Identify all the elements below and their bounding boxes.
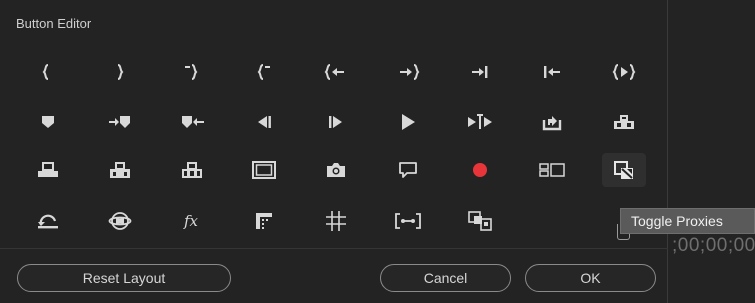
loop-icon[interactable] (26, 204, 70, 238)
step-back-icon[interactable] (242, 105, 286, 139)
record-icon[interactable] (458, 153, 502, 187)
grid-icon[interactable] (314, 204, 358, 238)
fx-icon[interactable]: fx (170, 204, 214, 238)
camera-icon[interactable] (314, 153, 358, 187)
go-to-next-marker-icon[interactable] (98, 105, 142, 139)
mark-clip-out-icon[interactable] (243, 55, 287, 89)
step-forward-icon[interactable] (314, 105, 358, 139)
lift-icon[interactable] (602, 105, 646, 139)
trim-icon[interactable] (386, 204, 430, 238)
mark-clip-in-icon[interactable] (168, 55, 212, 89)
mark-out-icon[interactable] (96, 55, 140, 89)
go-to-next-edit-icon[interactable] (458, 55, 502, 89)
play-in-to-out-icon[interactable] (602, 55, 646, 89)
timecode-display: ;00;00;00 (672, 235, 755, 256)
mark-in-icon[interactable] (26, 55, 70, 89)
insert-icon[interactable] (26, 153, 70, 187)
export-frame-icon[interactable] (530, 105, 574, 139)
reset-layout-button[interactable]: Reset Layout (17, 264, 231, 292)
dialog-title: Button Editor (16, 16, 92, 31)
comment-icon[interactable] (386, 153, 430, 187)
go-to-in-icon[interactable] (314, 55, 358, 89)
ok-button[interactable]: OK (525, 264, 656, 292)
svg-text:fx: fx (183, 212, 199, 230)
cancel-button[interactable]: Cancel (380, 264, 511, 292)
extract-icon[interactable] (170, 153, 214, 187)
add-marker-icon[interactable] (26, 105, 70, 139)
go-to-previous-edit-icon[interactable] (530, 55, 574, 89)
multi-camera-record-icon[interactable] (458, 204, 502, 238)
go-to-previous-marker-icon[interactable] (171, 105, 215, 139)
footer-divider (0, 248, 668, 249)
go-to-out-icon[interactable] (386, 55, 430, 89)
vr-video-icon[interactable] (98, 204, 142, 238)
play-icon[interactable] (386, 105, 430, 139)
play-around-icon[interactable] (458, 105, 502, 139)
toggle-proxies-icon[interactable] (602, 153, 646, 187)
button-editor-dialog: Button Editor fx Reset Layout Cancel OK (0, 0, 668, 303)
multi-camera-icon[interactable] (530, 153, 574, 187)
overwrite-icon[interactable] (98, 153, 142, 187)
comparison-view-icon[interactable] (242, 204, 286, 238)
tooltip: Toggle Proxies (620, 208, 755, 234)
safe-margins-icon[interactable] (242, 153, 286, 187)
